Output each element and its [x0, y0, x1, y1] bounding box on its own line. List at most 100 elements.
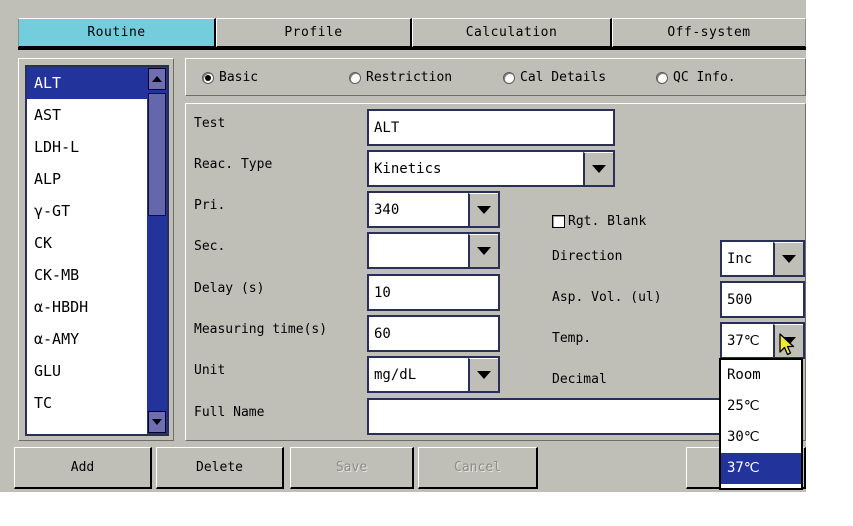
direction-combo[interactable]: Inc [720, 240, 805, 277]
unit-combo[interactable]: mg/dL [367, 356, 500, 393]
triangle-down-icon [152, 419, 162, 425]
list-item-label: γ-GT [34, 202, 71, 220]
radio-restriction[interactable]: Restriction [349, 70, 452, 85]
radio-basic-label: Basic [219, 70, 259, 85]
list-item[interactable]: γ-GT [27, 195, 151, 227]
list-item-label: α-HBDH [34, 298, 89, 316]
test-listbox[interactable]: ALT AST LDH-L ALP γ-GT CK CK-MB α-HBDH α… [25, 65, 169, 436]
test-list-items: ALT AST LDH-L ALP γ-GT CK CK-MB α-HBDH α… [27, 67, 151, 419]
application-window: Routine Profile Calculation Off-system A… [0, 0, 853, 526]
tab-underline [18, 47, 806, 50]
add-button[interactable]: Add [14, 447, 152, 489]
unit-label: Unit [194, 363, 226, 378]
temp-dropdown-list[interactable]: Room 25℃ 30℃ 37℃ [719, 358, 803, 490]
sec-label: Sec. [194, 239, 226, 254]
radio-qc-info-label: QC Info. [673, 70, 736, 85]
test-list-scrollbar[interactable] [147, 67, 167, 434]
radio-qc-info[interactable]: QC Info. [656, 70, 736, 85]
main-window-body: Routine Profile Calculation Off-system A… [0, 0, 806, 492]
unit-combo-value: mg/dL [374, 366, 417, 383]
temp-combo-value: 37℃ [727, 332, 760, 349]
full-name-label: Full Name [194, 405, 265, 420]
radio-dot-icon [503, 71, 515, 84]
pri-combo-value: 340 [374, 201, 400, 218]
test-input[interactable]: ALT [367, 109, 615, 146]
chevron-down-icon[interactable] [773, 324, 803, 357]
scroll-down-button[interactable] [148, 411, 166, 433]
radio-cal-details[interactable]: Cal Details [503, 70, 606, 85]
list-item[interactable]: ALP [27, 163, 151, 195]
tab-routine-label: Routine [87, 25, 146, 40]
pri-combo[interactable]: 340 [367, 191, 500, 228]
delay-input[interactable]: 10 [367, 274, 500, 311]
decimal-label: Decimal [552, 372, 607, 387]
dropdown-option-label: 30℃ [727, 429, 760, 445]
measuring-time-input-value: 60 [374, 325, 391, 342]
dropdown-option[interactable]: 30℃ [721, 422, 801, 453]
tab-calculation[interactable]: Calculation [412, 18, 612, 48]
dropdown-option-label: Room [727, 367, 761, 383]
list-item[interactable]: ALT [27, 67, 151, 99]
reac-type-combo[interactable]: Kinetics [367, 150, 615, 187]
sec-combo[interactable] [367, 232, 500, 269]
tab-calculation-label: Calculation [465, 25, 558, 40]
temp-combo[interactable]: 37℃ [720, 322, 805, 359]
radio-dot-icon [202, 71, 214, 84]
rgt-blank-checkbox[interactable]: Rgt. Blank [552, 214, 646, 229]
tab-off-system[interactable]: Off-system [612, 18, 806, 48]
radio-dot-icon [656, 71, 668, 84]
dropdown-option[interactable]: 37℃ [721, 453, 801, 484]
list-item[interactable]: CK [27, 227, 151, 259]
direction-combo-value: Inc [727, 250, 753, 267]
list-item[interactable]: AST [27, 99, 151, 131]
cancel-button-label: Cancel [454, 460, 501, 475]
tab-profile[interactable]: Profile [216, 18, 412, 48]
test-label: Test [194, 116, 226, 131]
list-item[interactable]: LDH-L [27, 131, 151, 163]
list-item[interactable]: TC [27, 387, 151, 419]
list-item[interactable]: α-HBDH [27, 291, 151, 323]
chevron-down-icon[interactable] [583, 152, 613, 185]
list-item-label: α-AMY [34, 330, 80, 348]
tab-off-system-label: Off-system [667, 25, 751, 40]
tab-profile-label: Profile [284, 25, 343, 40]
scrollbar-thumb[interactable] [148, 93, 166, 216]
chevron-down-icon[interactable] [468, 358, 498, 391]
delete-button[interactable]: Delete [156, 447, 284, 489]
chevron-down-icon[interactable] [468, 234, 498, 267]
list-item[interactable]: GLU [27, 355, 151, 387]
chevron-down-icon[interactable] [468, 193, 498, 226]
view-mode-radio-panel: Basic Restriction Cal Details QC Info. [185, 58, 806, 96]
asp-vol-label: Asp. Vol. (ul) [552, 290, 662, 305]
tab-routine[interactable]: Routine [18, 18, 216, 48]
cancel-button[interactable]: Cancel [418, 447, 538, 489]
test-list-panel: ALT AST LDH-L ALP γ-GT CK CK-MB α-HBDH α… [18, 58, 174, 441]
list-item[interactable]: α-AMY [27, 323, 151, 355]
list-item-label: LDH-L [34, 138, 80, 156]
measuring-time-label: Measuring time(s) [194, 322, 328, 337]
checkbox-icon [552, 215, 565, 228]
reac-type-label: Reac. Type [194, 157, 273, 172]
dropdown-option-label: 25℃ [727, 398, 760, 414]
asp-vol-input-value: 500 [727, 291, 753, 308]
triangle-up-icon [152, 76, 162, 82]
reac-type-combo-value: Kinetics [374, 160, 442, 177]
list-item-label: ALP [34, 170, 62, 188]
measuring-time-input[interactable]: 60 [367, 315, 500, 352]
list-item-label: GLU [34, 362, 62, 380]
list-item[interactable]: CK-MB [27, 259, 151, 291]
asp-vol-input[interactable]: 500 [720, 281, 805, 318]
dropdown-option[interactable]: Room [721, 360, 801, 391]
action-button-bar: Add Delete Save Cancel [14, 447, 806, 489]
dropdown-option[interactable]: 25℃ [721, 391, 801, 422]
scroll-up-button[interactable] [148, 68, 166, 90]
list-item-label: CK-MB [34, 266, 80, 284]
tab-strip: Routine Profile Calculation Off-system [18, 18, 806, 48]
radio-basic[interactable]: Basic [202, 70, 258, 85]
chevron-down-icon[interactable] [773, 242, 803, 275]
save-button-label: Save [335, 460, 368, 475]
delete-button-label: Delete [196, 460, 243, 475]
list-item-label: ALT [34, 74, 62, 92]
save-button[interactable]: Save [290, 447, 414, 489]
add-button-label: Add [70, 460, 95, 475]
